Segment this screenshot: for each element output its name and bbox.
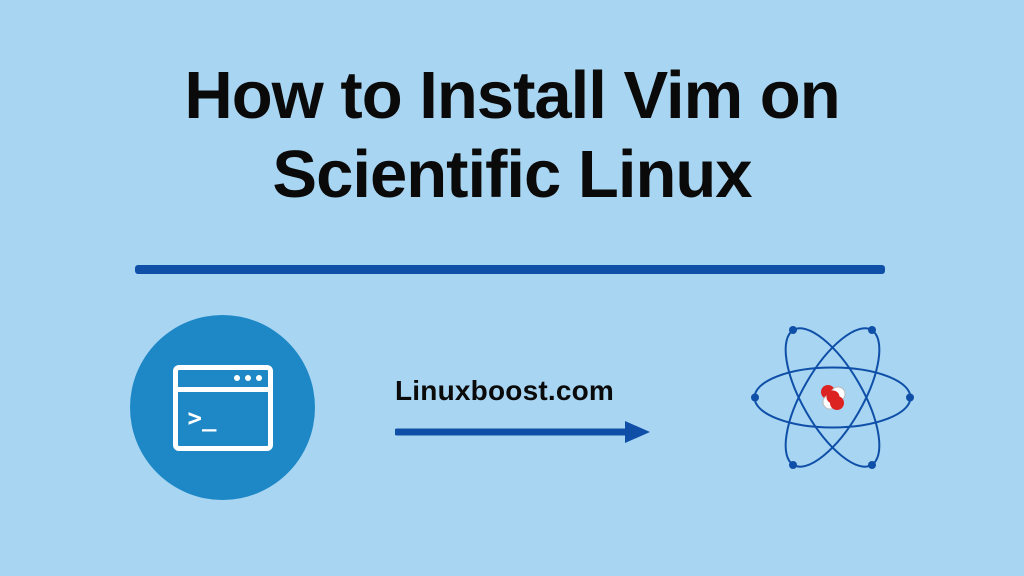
terminal-titlebar (178, 370, 268, 392)
arrow-right-icon (395, 420, 650, 444)
titlebar-dot (234, 375, 240, 381)
title-line-1: How to Install Vim on (184, 58, 839, 133)
site-label: Linuxboost.com (395, 375, 614, 407)
atom-nucleus (821, 385, 845, 410)
terminal-prompt-glyph: >_ (188, 404, 217, 432)
terminal-window-icon: >_ (173, 365, 273, 451)
titlebar-dot (245, 375, 251, 381)
terminal-icon: >_ (130, 315, 315, 500)
atom-icon (745, 310, 920, 485)
titlebar-dot (256, 375, 262, 381)
page-title: How to Install Vim on Scientific Linux (0, 56, 1024, 214)
title-underline (135, 265, 885, 274)
title-line-2: Scientific Linux (272, 137, 751, 212)
